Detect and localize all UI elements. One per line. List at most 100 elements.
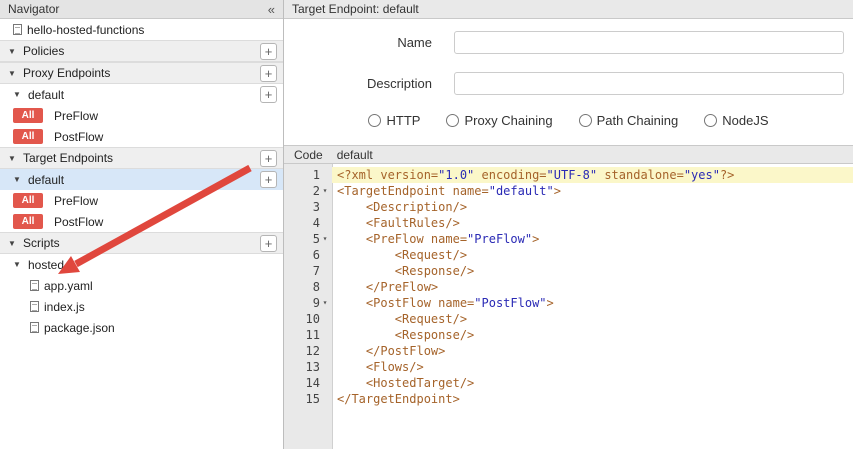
add-scripts-button[interactable]: +: [260, 235, 277, 252]
code-line[interactable]: 4 <FaultRules/>: [284, 215, 853, 231]
description-label: Description: [284, 76, 432, 91]
code-line[interactable]: 13 <Flows/>: [284, 359, 853, 375]
radio-label: NodeJS: [722, 113, 768, 128]
line-number: 10: [284, 311, 332, 327]
sidebar-item-postflow[interactable]: AllPostFlow: [0, 126, 283, 147]
sidebar-item-label: default: [28, 173, 64, 187]
radio-nodejs-input[interactable]: [704, 114, 717, 127]
main-panel: Target Endpoint: default Name Descriptio…: [284, 0, 853, 449]
app-window: Navigator « hello-hosted-functions▼Polic…: [0, 0, 853, 449]
add-default-button[interactable]: +: [260, 86, 277, 103]
radio-http[interactable]: HTTP: [368, 113, 420, 128]
code-tab[interactable]: Code: [294, 148, 323, 162]
file-icon: [30, 280, 39, 291]
code-line-text: </PreFlow>: [332, 279, 853, 295]
sidebar-item-label: Proxy Endpoints: [23, 66, 110, 80]
radio-path-chaining[interactable]: Path Chaining: [579, 113, 679, 128]
code-line[interactable]: 12 </PostFlow>: [284, 343, 853, 359]
code-line[interactable]: 6 <Request/>: [284, 247, 853, 263]
navigator-title: Navigator: [8, 2, 59, 16]
sidebar-item-default[interactable]: ▼default +: [0, 169, 283, 190]
code-line-text: <TargetEndpoint name="default">: [332, 183, 853, 199]
flow-scope-badge: All: [13, 129, 43, 144]
line-number: 2▾: [284, 183, 332, 199]
sidebar-item-preflow[interactable]: AllPreFlow: [0, 105, 283, 126]
sidebar-item-package-json[interactable]: package.json: [0, 317, 283, 338]
code-line-text: <PreFlow name="PreFlow">: [332, 231, 853, 247]
sidebar-item-label: PostFlow: [54, 215, 103, 229]
sidebar-item-label: app.yaml: [44, 279, 93, 293]
radio-label: Path Chaining: [597, 113, 679, 128]
sidebar-item-app-yaml[interactable]: app.yaml: [0, 275, 283, 296]
code-line[interactable]: 2▾<TargetEndpoint name="default">: [284, 183, 853, 199]
code-line-text: </PostFlow>: [332, 343, 853, 359]
sidebar-item-preflow[interactable]: AllPreFlow: [0, 190, 283, 211]
code-line[interactable]: 3 <Description/>: [284, 199, 853, 215]
fold-toggle-icon[interactable]: ▾: [320, 295, 330, 311]
radio-label: HTTP: [386, 113, 420, 128]
code-line-text: <Request/>: [332, 247, 853, 263]
line-number: 3: [284, 199, 332, 215]
code-line[interactable]: 10 <Request/>: [284, 311, 853, 327]
navigator-header: Navigator «: [0, 0, 283, 19]
description-input[interactable]: [454, 72, 844, 95]
expand-triangle-icon[interactable]: ▼: [13, 260, 25, 269]
line-number: 12: [284, 343, 332, 359]
name-label: Name: [284, 35, 432, 50]
add-default-button[interactable]: +: [260, 171, 277, 188]
fold-toggle-icon[interactable]: ▾: [320, 183, 330, 199]
endpoint-type-radios: HTTP Proxy Chaining Path Chaining NodeJS: [284, 113, 853, 128]
expand-triangle-icon[interactable]: ▼: [13, 90, 25, 99]
radio-label: Proxy Chaining: [464, 113, 552, 128]
radio-proxy-chaining[interactable]: Proxy Chaining: [446, 113, 552, 128]
file-icon: [30, 301, 39, 312]
code-file-label: default: [337, 148, 373, 162]
code-line[interactable]: 8 </PreFlow>: [284, 279, 853, 295]
radio-http-input[interactable]: [368, 114, 381, 127]
line-number: 5▾: [284, 231, 332, 247]
sidebar-item-default[interactable]: ▼default+: [0, 84, 283, 105]
expand-triangle-icon[interactable]: ▼: [13, 175, 25, 184]
code-line[interactable]: 11 <Response/>: [284, 327, 853, 343]
file-icon: [13, 24, 22, 35]
sidebar-item-scripts[interactable]: ▼Scripts+: [0, 232, 283, 254]
flow-scope-badge: All: [13, 214, 43, 229]
sidebar-item-label: PreFlow: [54, 194, 98, 208]
code-line-text: <Response/>: [332, 327, 853, 343]
radio-proxy-chaining-input[interactable]: [446, 114, 459, 127]
collapse-sidebar-button[interactable]: «: [268, 3, 275, 16]
radio-nodejs[interactable]: NodeJS: [704, 113, 768, 128]
add-policies-button[interactable]: +: [260, 43, 277, 60]
file-icon: [30, 322, 39, 333]
code-line[interactable]: 14 <HostedTarget/>: [284, 375, 853, 391]
expand-triangle-icon[interactable]: ▼: [8, 154, 20, 163]
code-line-text: <Description/>: [332, 199, 853, 215]
sidebar-item-postflow[interactable]: All PostFlow: [0, 211, 283, 232]
add-proxy-endpoints-button[interactable]: +: [260, 65, 277, 82]
code-line[interactable]: 7 <Response/>: [284, 263, 853, 279]
expand-triangle-icon[interactable]: ▼: [8, 239, 20, 248]
navigator-tree: hello-hosted-functions▼Policies+▼Proxy E…: [0, 19, 283, 338]
code-line[interactable]: 5▾ <PreFlow name="PreFlow">: [284, 231, 853, 247]
sidebar-item-hosted[interactable]: ▼hosted: [0, 254, 283, 275]
sidebar-item-policies[interactable]: ▼Policies +: [0, 40, 283, 62]
sidebar-item-target-endpoints[interactable]: ▼Target Endpoints+: [0, 147, 283, 169]
expand-triangle-icon[interactable]: ▼: [8, 69, 20, 78]
line-number: 6: [284, 247, 332, 263]
radio-path-chaining-input[interactable]: [579, 114, 592, 127]
fold-toggle-icon[interactable]: ▾: [320, 231, 330, 247]
name-input[interactable]: [454, 31, 844, 54]
expand-triangle-icon[interactable]: ▼: [8, 47, 20, 56]
flow-scope-badge: All: [13, 108, 43, 123]
code-line[interactable]: 9▾ <PostFlow name="PostFlow">: [284, 295, 853, 311]
sidebar-item-proxy-endpoints[interactable]: ▼Proxy Endpoints +: [0, 62, 283, 84]
sidebar-item-index-js[interactable]: index.js: [0, 296, 283, 317]
add-target-endpoints-button[interactable]: +: [260, 150, 277, 167]
code-line[interactable]: 15</TargetEndpoint>: [284, 391, 853, 407]
code-editor[interactable]: 1<?xml version="1.0" encoding="UTF-8" st…: [284, 164, 853, 449]
code-line[interactable]: 1<?xml version="1.0" encoding="UTF-8" st…: [284, 167, 853, 183]
sidebar-item-label: hello-hosted-functions: [27, 23, 144, 37]
sidebar-item-label: Policies: [23, 44, 64, 58]
line-number: 9▾: [284, 295, 332, 311]
sidebar-item-hello-hosted-functions[interactable]: hello-hosted-functions: [0, 19, 283, 40]
